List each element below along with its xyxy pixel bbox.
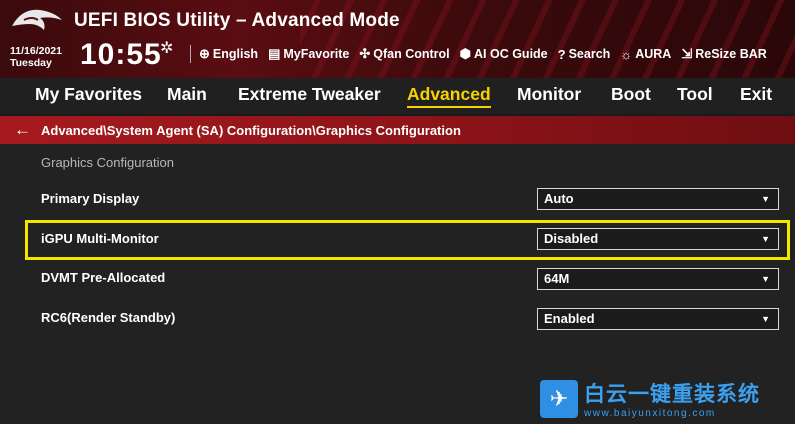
back-arrow-icon[interactable]: ←	[14, 120, 31, 140]
main-menu: My Favorites Main Extreme Tweaker Advanc…	[0, 78, 795, 114]
utility-ai-oc-guide[interactable]: ⬢ AI OC Guide	[460, 46, 548, 62]
tab-monitor[interactable]: Monitor	[517, 84, 581, 105]
watermark-text: 白云一键重装系统 www.baiyunxitong.com	[584, 378, 760, 419]
utility-resize-bar[interactable]: ⇲ ReSize BAR	[681, 46, 766, 62]
utility-label: AI OC Guide	[474, 47, 548, 61]
utility-label: AURA	[635, 47, 672, 61]
utility-qfan-control[interactable]: ✣ Qfan Control	[359, 46, 449, 62]
tab-tool[interactable]: Tool	[677, 84, 713, 105]
globe-icon: ⊕	[199, 46, 210, 61]
utility-label: Qfan Control	[373, 47, 450, 61]
igpu-multi-monitor-select[interactable]: Disabled ▼	[537, 228, 779, 250]
section-title: Graphics Configuration	[41, 155, 174, 170]
dvmt-pre-allocated-select[interactable]: 64M ▼	[537, 268, 779, 290]
dropdown-arrow-icon: ▼	[761, 314, 770, 324]
tab-my-favorites[interactable]: My Favorites	[35, 84, 142, 105]
watermark: ✈ 白云一键重装系统 www.baiyunxitong.com	[540, 378, 760, 419]
date-display: 11/16/2021 Tuesday	[10, 45, 62, 69]
day-text: Tuesday	[10, 57, 52, 69]
setting-label-dvmt-pre-allocated: DVMT Pre-Allocated	[41, 270, 166, 285]
ai-oc-icon: ⬢	[459, 46, 472, 61]
setting-label-primary-display: Primary Display	[41, 191, 140, 206]
rc6-render-standby-select[interactable]: Enabled ▼	[537, 308, 779, 330]
favorite-icon: ▤	[268, 46, 281, 61]
dropdown-arrow-icon: ▼	[761, 274, 770, 284]
tab-main[interactable]: Main	[167, 84, 207, 105]
tab-boot[interactable]: Boot	[611, 84, 651, 105]
utility-bar: ⊕ English ▤ MyFavorite ✣ Qfan Control ⬢ …	[190, 45, 777, 63]
tab-advanced[interactable]: Advanced	[407, 84, 491, 108]
rog-logo-icon	[12, 9, 62, 30]
select-value: 64M	[544, 271, 570, 286]
breadcrumb: ← Advanced\System Agent (SA) Configurati…	[0, 116, 795, 144]
fan-icon: ✣	[359, 46, 371, 61]
utility-aura[interactable]: ☼ AURA	[620, 47, 671, 62]
separator	[190, 45, 191, 63]
search-icon: ?	[557, 46, 566, 62]
watermark-url: www.baiyunxitong.com	[584, 408, 716, 419]
utility-search[interactable]: ? Search	[558, 47, 611, 62]
setting-label-igpu-multi-monitor: iGPU Multi-Monitor	[41, 231, 159, 246]
select-value: Enabled	[544, 311, 595, 326]
dropdown-arrow-icon: ▼	[761, 234, 770, 244]
app-title: UEFI BIOS Utility – Advanced Mode	[74, 10, 400, 31]
select-value: Disabled	[544, 231, 599, 246]
utility-label: ReSize BAR	[695, 47, 767, 61]
select-value: Auto	[544, 191, 574, 206]
date-text: 11/16/2021	[10, 45, 62, 57]
utility-label: English	[212, 47, 259, 61]
utility-english[interactable]: ⊕ English	[199, 46, 258, 62]
header-bar: UEFI BIOS Utility – Advanced Mode 11/16/…	[0, 0, 795, 78]
tab-extreme-tweaker[interactable]: Extreme Tweaker	[238, 84, 381, 105]
gear-icon[interactable]: ✲	[160, 38, 173, 58]
dropdown-arrow-icon: ▼	[761, 194, 770, 204]
primary-display-select[interactable]: Auto ▼	[537, 188, 779, 210]
aura-icon: ☼	[620, 46, 633, 62]
tab-exit[interactable]: Exit	[740, 84, 772, 105]
breadcrumb-path: Advanced\System Agent (SA) Configuration…	[41, 122, 461, 138]
watermark-title: 白云一键重装系统	[584, 383, 760, 406]
resize-bar-icon: ⇲	[681, 46, 693, 61]
bird-logo-icon: ✈	[540, 379, 578, 418]
utility-label: MyFavorite	[283, 47, 350, 61]
time-display: 10:55	[80, 38, 162, 71]
utility-myfavorite[interactable]: ▤ MyFavorite	[268, 46, 349, 62]
utility-label: Search	[568, 47, 611, 61]
setting-label-rc6-render-standby: RC6(Render Standby)	[41, 310, 176, 325]
